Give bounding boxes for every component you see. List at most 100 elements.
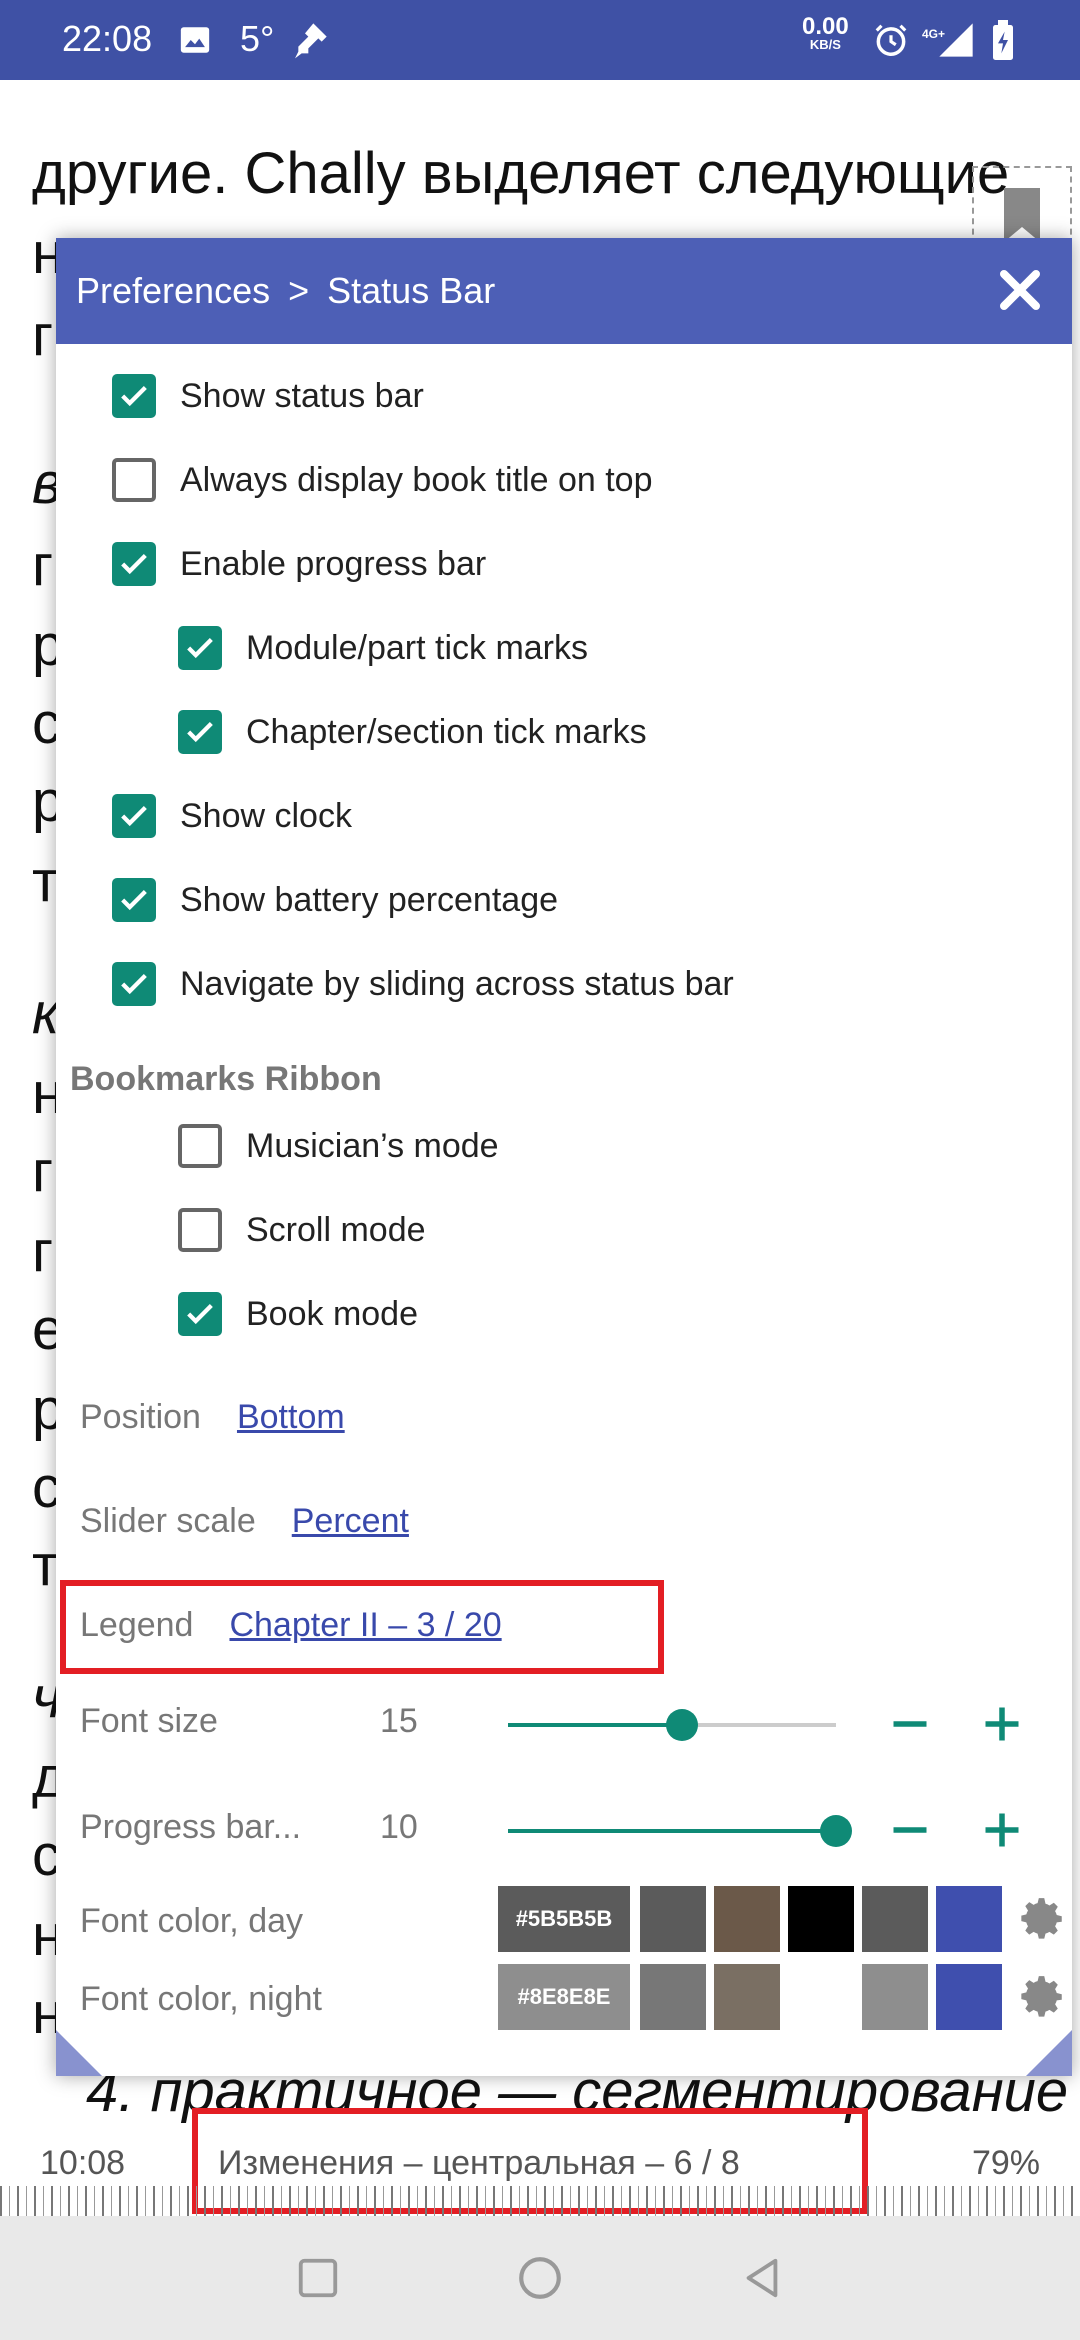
progress-tick-marks[interactable] [0,2186,1080,2216]
option-label: Musician’s mode [246,1126,499,1165]
option-show-status-bar[interactable]: Show status bar [56,354,1080,438]
legend-setting: Legend Chapter II – 3 / 20 [80,1606,502,1645]
checkbox-checked-icon[interactable] [178,710,222,754]
progress-bar-label: Progress bar... [80,1808,302,1846]
checkbox-checked-icon[interactable] [178,626,222,670]
option-always-display-book-title[interactable]: Always display book title on top [56,438,1080,522]
checkbox-unchecked-icon[interactable] [112,458,156,502]
breadcrumb-status-bar: Status Bar [327,270,496,311]
option-chapter-section-tick-marks[interactable]: Chapter/section tick marks [56,690,1080,774]
book-fragment: г [32,1219,54,1284]
resize-handle-right[interactable] [1026,2030,1072,2076]
slider-scale-value-link[interactable]: Percent [292,1502,409,1540]
minus-icon [893,1721,927,1727]
color-swatch[interactable] [936,1886,1002,1952]
resize-handle-left[interactable] [56,2030,102,2076]
option-module-part-tick-marks[interactable]: Module/part tick marks [56,606,1080,690]
system-time: 22:08 [62,18,153,59]
color-swatch[interactable] [862,1964,928,2030]
image-icon [178,20,212,60]
color-swatch[interactable] [640,1886,706,1952]
signal-icon [934,20,978,60]
checkbox-checked-icon[interactable] [178,1292,222,1336]
system-temperature: 5° [240,18,275,59]
close-button[interactable] [990,260,1050,320]
gear-icon[interactable] [1018,1972,1068,2022]
font-color-night-label: Font color, night [80,1980,322,2018]
color-swatch[interactable] [862,1886,928,1952]
slider-thumb[interactable] [820,1815,852,1847]
minus-icon [893,1827,927,1833]
option-label: Enable progress bar [180,544,487,583]
alarm-icon [872,20,910,60]
font-color-day-current[interactable]: #5B5B5B [498,1886,630,1952]
checkbox-unchecked-icon[interactable] [178,1208,222,1252]
checkbox-unchecked-icon[interactable] [178,1124,222,1168]
progress-bar-decrease-button[interactable] [880,1800,940,1860]
breadcrumb: Preferences > Status Bar [76,270,495,312]
option-enable-progress-bar[interactable]: Enable progress bar [56,522,1080,606]
color-swatch[interactable] [640,1964,706,2030]
option-label: Book mode [246,1294,418,1333]
font-size-increase-button[interactable] [972,1694,1032,1754]
color-swatch[interactable] [714,1964,780,2030]
close-icon [1000,270,1040,310]
book-first-line: другие. Chally выделяет следующие [32,141,1010,206]
checkbox-checked-icon[interactable] [112,794,156,838]
checkbox-checked-icon[interactable] [112,962,156,1006]
option-navigate-by-sliding[interactable]: Navigate by sliding across status bar [56,942,1080,1026]
reader-clock: 10:08 [40,2144,126,2182]
back-icon [746,2258,778,2298]
option-musicians-mode[interactable]: Musician’s mode [56,1104,1080,1188]
color-swatch[interactable] [714,1886,780,1952]
font-color-night-current[interactable]: #8E8E8E [498,1964,630,2030]
book-fragment: г [32,533,54,598]
position-value-link[interactable]: Bottom [237,1398,345,1436]
color-swatch[interactable] [936,1964,1002,2030]
font-size-setting: Font size 15 [80,1694,1060,1754]
color-swatch[interactable] [788,1886,854,1952]
slider-scale-label: Slider scale [80,1502,256,1540]
option-label: Show status bar [180,376,424,415]
slider-fill [508,1723,682,1727]
option-show-battery-percentage[interactable]: Show battery percentage [56,858,1080,942]
plus-icon [985,1707,1019,1741]
reader-battery-percentage: 79% [971,2144,1040,2182]
book-fragment: т [32,1533,59,1598]
recents-button[interactable] [286,2246,350,2310]
breadcrumb-separator: > [288,270,310,311]
option-show-clock[interactable]: Show clock [56,774,1080,858]
checkbox-checked-icon[interactable] [112,542,156,586]
breadcrumb-preferences[interactable]: Preferences [76,270,270,311]
option-scroll-mode[interactable]: Scroll mode [56,1188,1080,1272]
option-label: Module/part tick marks [246,628,588,667]
status-bar-preferences-dialog: Preferences > Status Bar Show status bar A… [56,238,1072,2076]
checkbox-checked-icon[interactable] [112,878,156,922]
option-book-mode[interactable]: Book mode [56,1272,1080,1356]
legend-value-link[interactable]: Chapter II – 3 / 20 [229,1606,501,1644]
font-size-value: 15 [380,1702,418,1740]
option-label: Always display book title on top [180,460,653,499]
option-label: Show battery percentage [180,880,559,919]
slider-thumb[interactable] [665,1709,698,1741]
home-icon [519,2257,561,2299]
font-color-day-label: Font color, day [80,1902,304,1940]
checkbox-checked-icon[interactable] [112,374,156,418]
position-setting: Position Bottom [80,1398,345,1437]
progress-bar-increase-button[interactable] [972,1800,1032,1860]
font-size-slider[interactable] [508,1709,836,1741]
navigation-bar [0,2216,1080,2340]
book-fragment: г [32,1139,54,1204]
gear-icon[interactable] [1018,1894,1068,1944]
book-fragment: т [32,849,59,914]
back-button[interactable] [730,2246,794,2310]
font-size-decrease-button[interactable] [880,1694,940,1754]
home-button[interactable] [508,2246,572,2310]
plus-icon [985,1813,1019,1847]
progress-bar-slider[interactable] [508,1815,852,1847]
color-swatch[interactable] [788,1964,854,2030]
font-color-night-setting: Font color, night #8E8E8E [80,1964,1080,2034]
progress-bar-setting: Progress bar... 10 [80,1800,1060,1860]
battery-charging-icon [990,20,1016,60]
dialog-header: Preferences > Status Bar [56,238,1072,344]
